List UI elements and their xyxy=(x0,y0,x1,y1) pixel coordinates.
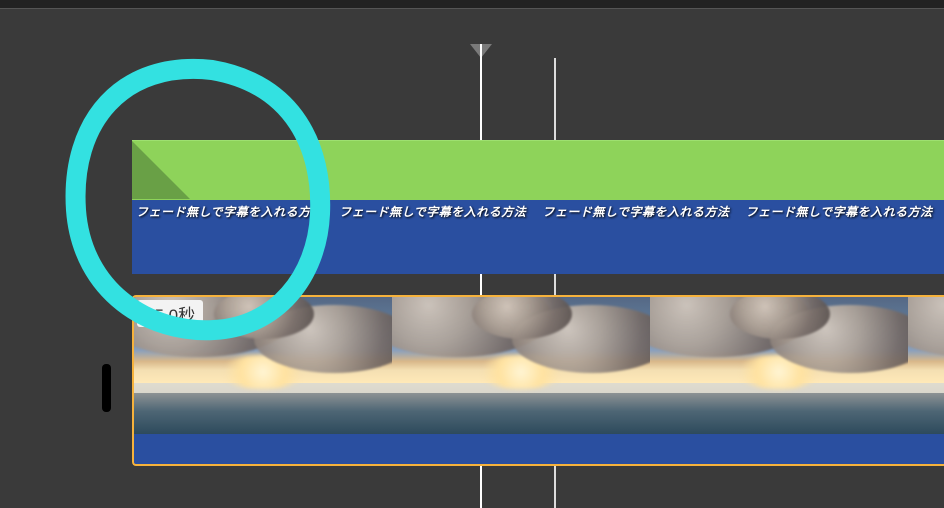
clip-duration-badge: 15.0秒 xyxy=(137,300,203,327)
video-clip[interactable]: 15.0秒 xyxy=(132,295,944,466)
title-clip-label: フェード無しで字幕を入れる方法 xyxy=(136,205,339,219)
video-thumbnail-row xyxy=(134,297,944,434)
title-clip-label: フェード無しで字幕を入れる方法 xyxy=(339,205,542,219)
title-clip-bar[interactable] xyxy=(132,140,944,202)
title-clip-label: フェード無しで字幕を入れる方法 xyxy=(542,205,745,219)
timeline-zoom-handle[interactable] xyxy=(102,364,111,412)
title-clip-label-row: フェード無しで字幕を入れる方法フェード無しで字幕を入れる方法フェード無しで字幕を… xyxy=(136,203,944,220)
video-thumbnail xyxy=(392,297,650,434)
title-clip-label: フェード無しで字幕を入れる方法 xyxy=(745,205,944,219)
toolbar-strip xyxy=(0,0,944,9)
title-clip-text-strip[interactable]: フェード無しで字幕を入れる方法フェード無しで字幕を入れる方法フェード無しで字幕を… xyxy=(132,200,944,274)
video-thumbnail xyxy=(908,297,944,434)
fade-in-handle[interactable] xyxy=(132,141,190,199)
playhead-marker[interactable] xyxy=(470,44,492,58)
video-thumbnail xyxy=(650,297,908,434)
